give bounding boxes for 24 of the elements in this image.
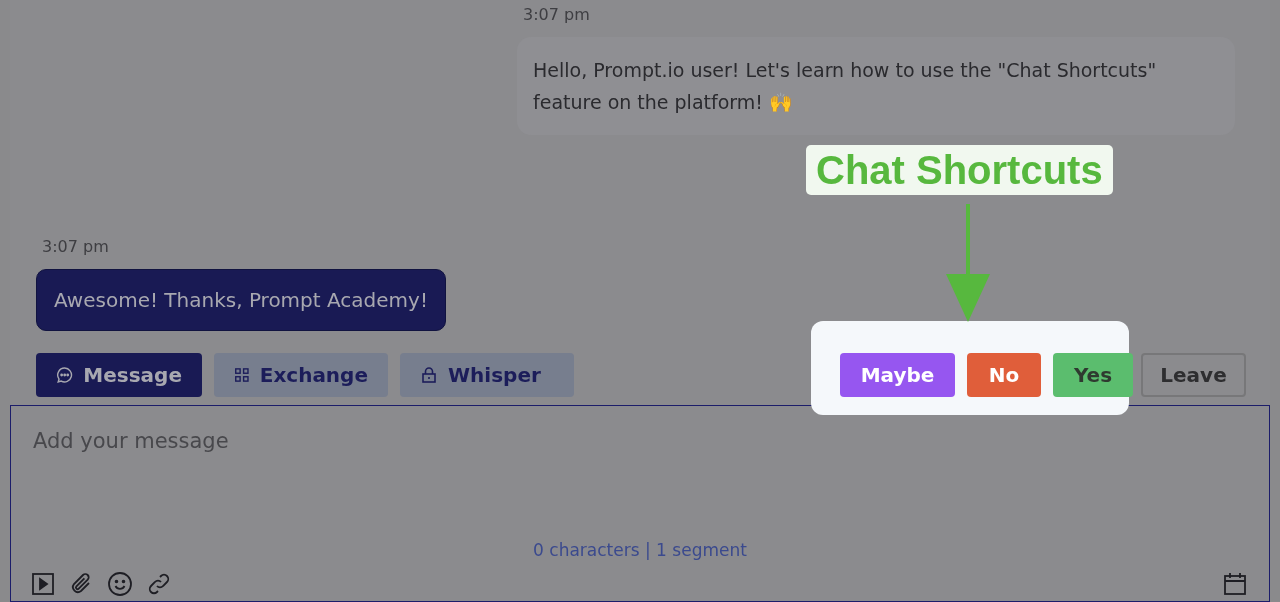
shortcut-button[interactable]: Maybe <box>840 353 955 397</box>
message-bubble: Awesome! Thanks, Prompt Academy! <box>36 269 446 331</box>
character-counter: 0 characters | 1 segment <box>533 538 747 562</box>
shortcut-button[interactable]: No <box>967 353 1041 397</box>
message-composer[interactable]: Add your message 0 characters | 1 segment <box>10 405 1270 602</box>
mode-tab[interactable]: Exchange <box>214 353 388 397</box>
mode-tab[interactable]: Message <box>36 353 202 397</box>
play-icon[interactable] <box>31 572 55 596</box>
link-icon[interactable] <box>147 572 171 596</box>
chat-bubble-icon <box>56 365 74 385</box>
smiley-icon[interactable] <box>107 571 133 597</box>
message-timestamp: 3:07 pm <box>42 236 109 258</box>
message-input[interactable]: Add your message <box>33 426 1247 458</box>
calendar-icon[interactable] <box>1223 572 1247 596</box>
message-bubble: Hello, Prompt.io user! Let's learn how to use the "Chat Shortcuts" feature on the platform! 🙌 <box>517 37 1235 135</box>
down-arrow-icon <box>944 204 992 322</box>
leave-button[interactable]: Leave <box>1141 353 1246 397</box>
message-timestamp: 3:07 pm <box>523 4 590 26</box>
paperclip-icon[interactable] <box>69 572 93 596</box>
callout-label: Chat Shortcuts <box>806 145 1113 195</box>
lock-icon <box>420 366 438 384</box>
mode-tab[interactable]: Whisper <box>400 353 574 397</box>
grid-icon <box>234 366 250 384</box>
shortcut-button[interactable]: Yes <box>1053 353 1133 397</box>
